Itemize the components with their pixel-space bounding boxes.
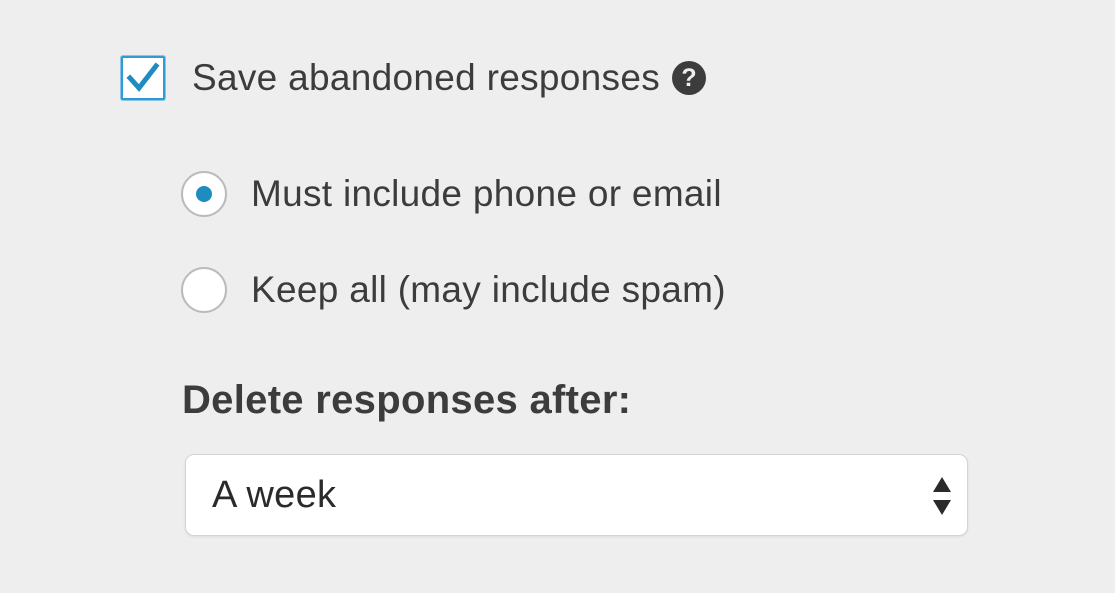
radio-button-selected[interactable] [181, 171, 227, 217]
checkmark-icon [126, 62, 160, 92]
abandoned-responses-settings: Save abandoned responses ? Must include … [0, 0, 1115, 593]
radio-selected-dot [196, 186, 212, 202]
question-circle-icon[interactable]: ? [672, 61, 707, 95]
radio-option-keep-all[interactable]: Keep all (may include spam) [181, 266, 726, 314]
radio-option-phone-or-email[interactable]: Must include phone or email [181, 170, 722, 218]
save-abandoned-label[interactable]: Save abandoned responses [192, 57, 660, 99]
radio-label-keep-all[interactable]: Keep all (may include spam) [251, 269, 726, 311]
save-abandoned-checkbox[interactable] [121, 56, 165, 100]
select-updown-arrows-icon [933, 477, 951, 515]
delete-after-selected-value: A week [212, 473, 337, 516]
radio-button-unselected[interactable] [181, 267, 227, 313]
delete-after-select[interactable]: A week [185, 454, 968, 536]
radio-label-phone-or-email[interactable]: Must include phone or email [251, 173, 722, 215]
save-abandoned-row: Save abandoned responses ? [121, 54, 707, 102]
delete-after-heading: Delete responses after: [182, 378, 632, 422]
